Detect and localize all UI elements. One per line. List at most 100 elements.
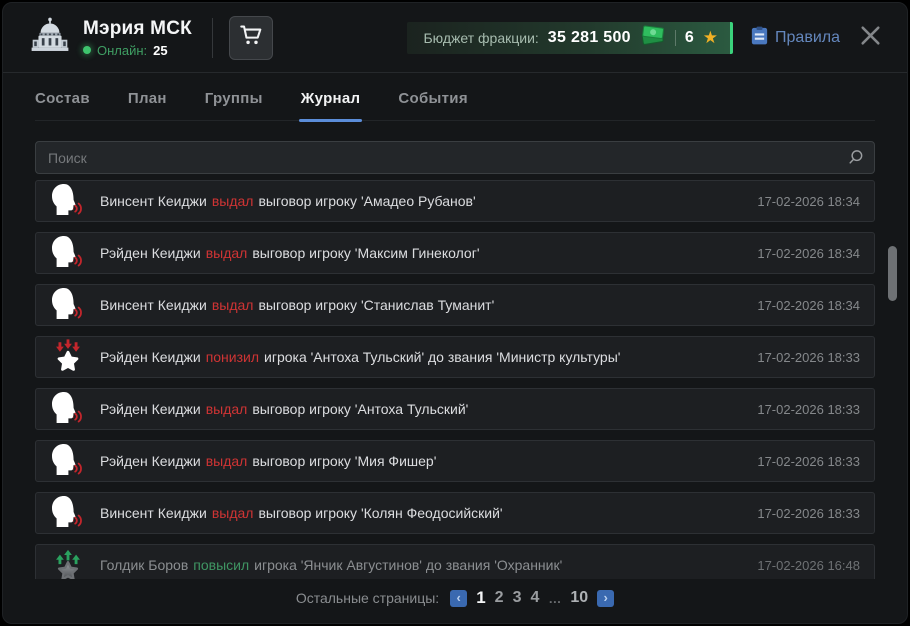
online-dot [83,46,91,54]
pagination: Остальные страницы: ‹ 1 2 3 4 … 10 › [3,588,907,608]
log-actor: Винсент Кеиджи [100,193,207,209]
log-detail: выговор игроку 'Мия Фишер' [252,453,436,469]
header: Мэрия МСК Онлайн: 25 Бюджет фракции: [3,3,907,73]
log-row: Рэйден Кеиджи выдал выговор игроку 'Макс… [35,232,875,274]
tab-plan[interactable]: План [128,90,167,120]
log-entry-time: 17-02-2026 18:33 [757,350,860,365]
log-actor: Винсент Кеиджи [100,297,207,313]
page-number-4[interactable]: 4 [530,589,539,607]
chevron-left-icon: ‹ [457,591,461,604]
close-icon [858,23,883,53]
log-actor: Рэйден Кеиджи [100,401,201,417]
log-detail: игрока 'Антоха Тульский' до звания 'Мини… [264,349,620,365]
log-detail: выговор игроку 'Амадео Рубанов' [258,193,475,209]
budget-value: 35 281 500 [548,29,631,47]
prev-page-button[interactable]: ‹ [450,590,467,607]
page-number-1[interactable]: 1 [476,588,485,608]
reprimand-icon [36,233,100,273]
log-action: повысил [193,557,249,573]
tab-sobytiya[interactable]: События [398,90,468,120]
reprimand-icon [36,493,100,533]
page-ellipsis: … [548,591,561,606]
log-entry-text: Рэйден Кеиджи понизил игрока 'Антоха Тул… [100,349,747,365]
demote-icon [36,338,100,376]
log-action: выдал [212,505,254,521]
scrollbar-thumb[interactable] [888,246,897,301]
log-entry-text: Винсент Кеиджи выдал выговор игроку 'Кол… [100,505,747,521]
tab-bar: Состав План Группы Журнал События [35,73,875,121]
log-actor: Винсент Кеиджи [100,505,207,521]
search-bar [35,141,875,174]
budget-label: Бюджет фракции: [423,30,538,46]
log-entry-time: 17-02-2026 18:33 [757,454,860,469]
online-count: 25 [153,43,167,58]
log-row: Рэйден Кеиджи выдал выговор игроку 'Мия … [35,440,875,482]
log-entry-text: Рэйден Кеиджи выдал выговор игроку 'Макс… [100,245,747,261]
page-number-10[interactable]: 10 [570,589,588,607]
journal-log-list: Винсент Кеиджи выдал выговор игроку 'Ама… [35,180,875,579]
log-action: выдал [212,297,254,313]
faction-window: Мэрия МСК Онлайн: 25 Бюджет фракции: [2,2,908,624]
gold-star-icon: ★ [703,29,718,46]
log-entry-time: 17-02-2026 18:34 [757,194,860,209]
reprimand-icon [36,441,100,481]
tab-zhurnal[interactable]: Журнал [301,90,361,120]
rules-button[interactable]: Правила [751,26,840,50]
log-detail: выговор игроку 'Станислав Туманит' [258,297,494,313]
money-icon [640,25,666,50]
close-button[interactable] [858,23,883,53]
online-status: Онлайн: 25 [83,43,192,58]
tab-gruppy[interactable]: Группы [205,90,263,120]
log-action: выдал [206,453,248,469]
reprimand-icon [36,389,100,429]
log-entry-text: Винсент Кеиджи выдал выговор игроку 'Ста… [100,297,747,313]
log-entry-time: 17-02-2026 18:34 [757,246,860,261]
log-actor: Рэйден Кеиджи [100,453,201,469]
header-divider [212,18,213,58]
tab-sostav[interactable]: Состав [35,90,90,120]
log-row: Рэйден Кеиджи понизил игрока 'Антоха Тул… [35,336,875,378]
pagination-label: Остальные страницы: [296,590,439,606]
promote-icon [36,546,100,579]
online-label: Онлайн: [97,43,147,58]
search-input[interactable] [35,141,875,174]
cart-icon [238,22,264,53]
log-action: выдал [206,401,248,417]
log-row: Винсент Кеиджи выдал выговор игроку 'Кол… [35,492,875,534]
log-action: понизил [206,349,259,365]
log-detail: игрока 'Янчик Августинов' до звания 'Охр… [254,557,562,573]
log-row: Голдик Боров повысил игрока 'Янчик Авгус… [35,544,875,579]
log-action: выдал [212,193,254,209]
log-entry-text: Рэйден Кеиджи выдал выговор игроку 'Мия … [100,453,747,469]
reprimand-icon [36,285,100,325]
stars-value: 6 [685,29,694,47]
log-entry-text: Голдик Боров повысил игрока 'Янчик Авгус… [100,557,747,573]
log-actor: Голдик Боров [100,557,188,573]
log-actor: Рэйден Кеиджи [100,245,201,261]
log-entry-time: 17-02-2026 18:33 [757,402,860,417]
rules-label: Правила [775,29,840,47]
log-detail: выговор игроку 'Колян Феодосийский' [258,505,502,521]
log-row: Винсент Кеиджи выдал выговор игроку 'Ста… [35,284,875,326]
faction-budget: Бюджет фракции: 35 281 500 6 ★ [407,22,733,54]
log-entry-time: 17-02-2026 16:48 [757,558,860,573]
log-actor: Рэйден Кеиджи [100,349,201,365]
page-number-2[interactable]: 2 [495,589,504,607]
shop-cart-button[interactable] [229,16,273,60]
log-row: Рэйден Кеиджи выдал выговор игроку 'Анто… [35,388,875,430]
chevron-right-icon: › [604,591,608,604]
log-entry-time: 17-02-2026 18:33 [757,506,860,521]
log-entry-text: Винсент Кеиджи выдал выговор игроку 'Ама… [100,193,747,209]
page-number-3[interactable]: 3 [513,589,522,607]
page-title: Мэрия МСК [83,18,192,40]
log-detail: выговор игроку 'Антоха Тульский' [252,401,468,417]
log-action: выдал [206,245,248,261]
budget-separator [675,30,676,46]
log-detail: выговор игроку 'Максим Гинеколог' [252,245,479,261]
rules-clipboard-icon [751,26,768,50]
search-icon [847,148,865,171]
next-page-button[interactable]: › [597,590,614,607]
log-row: Винсент Кеиджи выдал выговор игроку 'Ама… [35,180,875,222]
log-entry-text: Рэйден Кеиджи выдал выговор игроку 'Анто… [100,401,747,417]
reprimand-icon [36,181,100,221]
